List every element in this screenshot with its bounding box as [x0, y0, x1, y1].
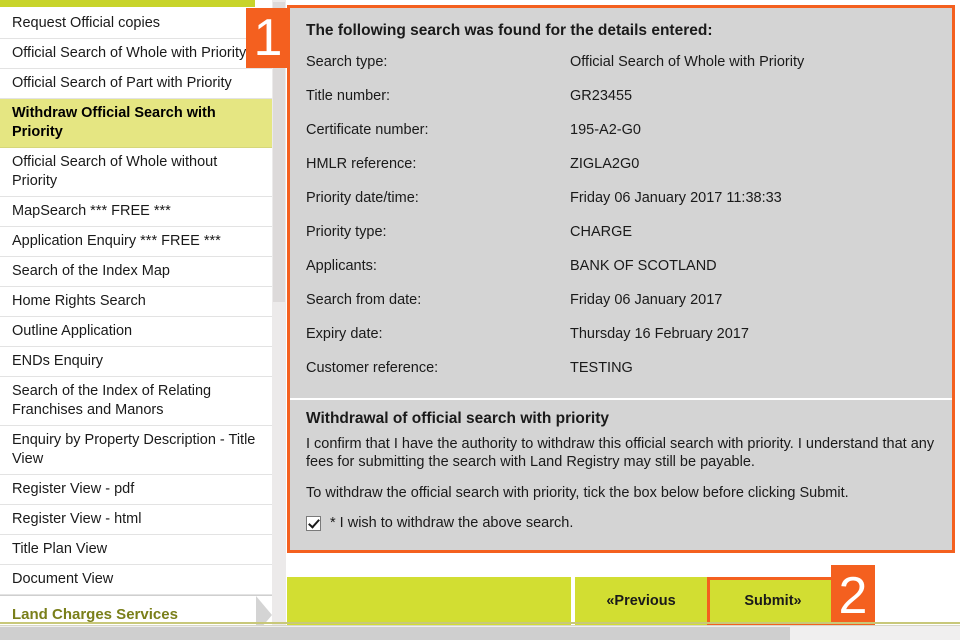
detail-row: Search type: Official Search of Whole wit…	[306, 54, 952, 88]
sidebar-item-search-of-the-index-map[interactable]: Search of the Index Map	[0, 257, 272, 287]
detail-value: GR23455	[570, 88, 633, 104]
detail-label: Priority date/time:	[306, 190, 419, 206]
sidebar-item-request-official-copies[interactable]: Request Official copies	[0, 9, 272, 39]
withdrawal-section: Withdrawal of official search with prior…	[290, 400, 952, 531]
sidebar-item-ends-enquiry[interactable]: ENDs Enquiry	[0, 347, 272, 377]
annotation-badge-1: 1	[246, 8, 290, 68]
sidebar-item-list: Request Official copies Official Search o…	[0, 9, 272, 628]
detail-row: Title number: GR23455	[306, 88, 952, 122]
sidebar-item-label: Register View - pdf	[12, 481, 135, 497]
panel-bottom-spacer	[287, 553, 955, 559]
sidebar-item-label: ENDs Enquiry	[12, 353, 104, 369]
detail-value: TESTING	[570, 360, 633, 376]
sidebar-item-official-search-of-whole-without-priority[interactable]: Official Search of Whole without Priorit…	[0, 148, 272, 197]
withdraw-confirm-label: * I wish to withdraw the above search.	[330, 515, 574, 531]
annotation-badge-2: 2	[831, 565, 875, 627]
sidebar-item-register-view-html[interactable]: Register View - html	[0, 505, 272, 535]
sidebar-item-label: Outline Application	[12, 323, 133, 339]
detail-value: 195-A2-G0	[570, 122, 641, 138]
sidebar-item-application-enquiry-free[interactable]: Application Enquiry *** FREE ***	[0, 227, 272, 257]
detail-row: Customer reference: TESTING	[306, 360, 952, 394]
detail-value: Friday 06 January 2017	[570, 292, 723, 308]
withdrawal-paragraph-1: I confirm that I have the authority to w…	[306, 436, 935, 470]
sidebar-item-label: Home Rights Search	[12, 293, 146, 309]
sidebar-item-label: Request Official copies	[12, 15, 161, 31]
sidebar-item-label: Search of the Index Map	[12, 263, 170, 279]
sidebar-top-accent-bar	[0, 0, 255, 7]
detail-row: Expiry date: Thursday 16 February 2017	[306, 326, 952, 360]
sidebar-item-search-of-the-index-of-relating-franchises-and-manors[interactable]: Search of the Index of Relating Franchis…	[0, 377, 272, 426]
detail-label: Customer reference:	[306, 360, 439, 376]
sidebar-item-official-search-of-whole-with-priority[interactable]: Official Search of Whole with Priority	[0, 39, 272, 69]
detail-row: Priority type: CHARGE	[306, 224, 952, 258]
sidebar-item-title-plan-view[interactable]: Title Plan View	[0, 535, 272, 565]
sidebar-item-label: Document View	[12, 571, 114, 587]
horizontal-scrollbar-thumb[interactable]	[0, 627, 790, 640]
search-details-panel: The following search was found for the d…	[287, 5, 955, 553]
detail-value: Friday 06 January 2017 11:38:33	[570, 190, 782, 206]
sidebar-item-label: Official Search of Whole without Priorit…	[12, 154, 218, 189]
sidebar-item-label: Withdraw Official Search with Priority	[12, 105, 216, 140]
withdrawal-paragraph-2: To withdraw the official search with pri…	[306, 485, 849, 501]
sidebar-item-label: MapSearch *** FREE ***	[12, 203, 171, 219]
detail-row: Applicants: BANK OF SCOTLAND	[306, 258, 952, 292]
detail-label: Title number:	[306, 88, 391, 104]
sidebar-item-label: Register View - html	[12, 511, 142, 527]
detail-value: Official Search of Whole with Priority	[570, 54, 805, 70]
detail-value: ZIGLA2G0	[570, 156, 640, 172]
detail-row: Certificate number: 195-A2-G0	[306, 122, 952, 156]
sidebar-item-label: Official Search of Part with Priority	[12, 75, 232, 91]
search-details-list: Search type: Official Search of Whole wit…	[290, 40, 952, 394]
detail-label: Search from date:	[306, 292, 422, 308]
detail-value: BANK OF SCOTLAND	[570, 258, 717, 274]
detail-value: Thursday 16 February 2017	[570, 326, 749, 342]
sidebar-item-mapsearch-free[interactable]: MapSearch *** FREE ***	[0, 197, 272, 227]
sidebar-item-label: Search of the Index of Relating Franchis…	[12, 383, 212, 418]
search-details-panel-inner: The following search was found for the d…	[290, 8, 952, 550]
sidebar-item-label: Official Search of Whole with Priority	[12, 45, 247, 61]
horizontal-scrollbar[interactable]	[0, 625, 960, 640]
withdraw-confirm-row[interactable]: * I wish to withdraw the above search.	[306, 515, 936, 531]
sidebar-item-label: Application Enquiry *** FREE ***	[12, 233, 221, 249]
sidebar-scrollbar[interactable]	[272, 0, 286, 628]
sidebar-item-official-search-of-part-with-priority[interactable]: Official Search of Part with Priority	[0, 69, 272, 99]
sidebar-item-register-view-pdf[interactable]: Register View - pdf	[0, 475, 272, 505]
sidebar-item-withdraw-official-search-with-priority[interactable]: Withdraw Official Search with Priority	[0, 99, 272, 148]
detail-label: Expiry date:	[306, 326, 383, 342]
detail-row: Priority date/time: Friday 06 January 201…	[306, 190, 952, 224]
withdraw-confirm-checkbox[interactable]	[306, 515, 321, 531]
sidebar-navigation: Request Official copies Official Search o…	[0, 0, 272, 628]
sidebar-item-label: Title Plan View	[12, 541, 108, 557]
app-root: Request Official copies Official Search o…	[0, 0, 960, 640]
button-bar-filler	[287, 577, 571, 625]
sidebar-section-label: Land Charges Services	[12, 606, 178, 623]
sidebar-item-home-rights-search[interactable]: Home Rights Search	[0, 287, 272, 317]
page-title: The following search was found for the d…	[306, 22, 713, 39]
sidebar-item-label: Enquiry by Property Description - Title …	[12, 432, 256, 467]
submit-button[interactable]: Submit»	[707, 577, 839, 625]
detail-label: Certificate number:	[306, 122, 429, 138]
sidebar-item-document-view[interactable]: Document View	[0, 565, 272, 595]
page-bottom-rule	[0, 622, 960, 624]
sidebar-item-enquiry-by-property-description-title-view[interactable]: Enquiry by Property Description - Title …	[0, 426, 272, 475]
detail-label: Applicants:	[306, 258, 377, 274]
previous-button[interactable]: «Previous	[575, 577, 707, 625]
sidebar-item-outline-application[interactable]: Outline Application	[0, 317, 272, 347]
detail-row: Search from date: Friday 06 January 2017	[306, 292, 952, 326]
detail-row: HMLR reference: ZIGLA2G0	[306, 156, 952, 190]
form-button-bar: «Previous Submit»	[287, 577, 903, 625]
detail-label: Priority type:	[306, 224, 387, 240]
detail-label: HMLR reference:	[306, 156, 417, 172]
detail-value: CHARGE	[570, 224, 633, 240]
detail-label: Search type:	[306, 54, 388, 70]
withdrawal-heading: Withdrawal of official search with prior…	[306, 410, 610, 427]
